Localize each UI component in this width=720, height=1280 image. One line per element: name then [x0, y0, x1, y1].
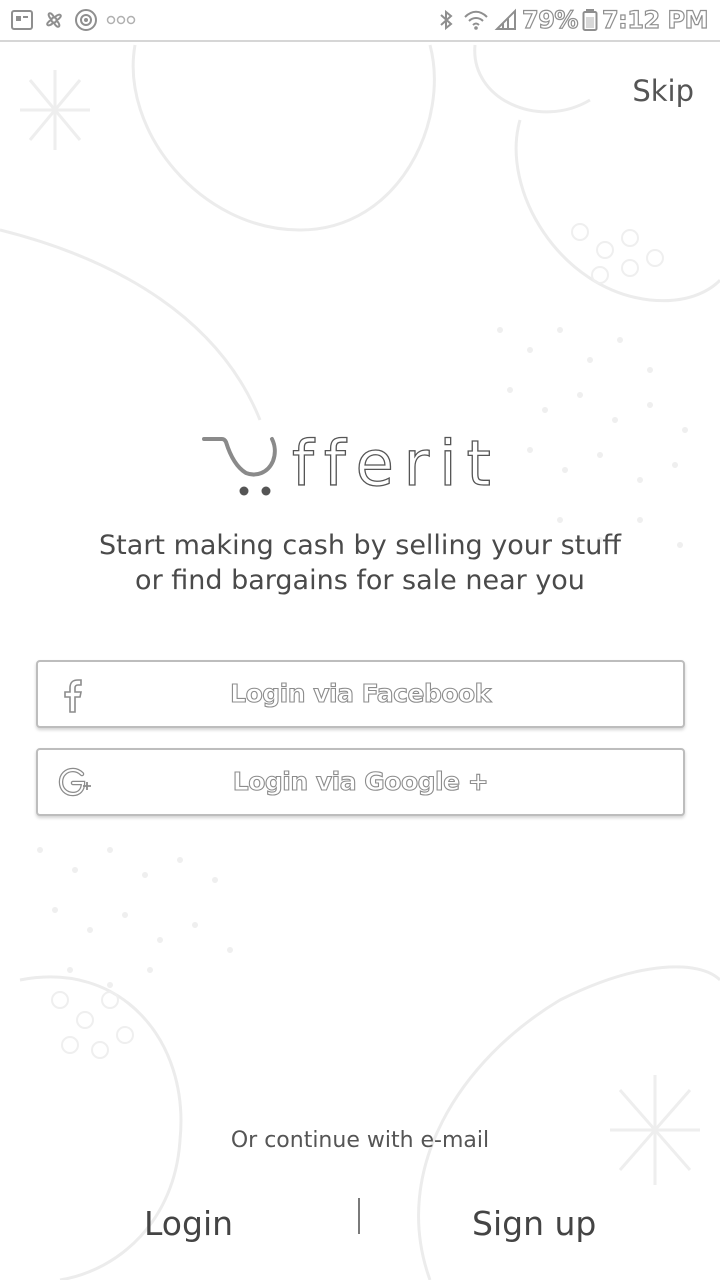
logo-text: fferit — [292, 427, 501, 500]
google-button-label: Login via Google + — [232, 766, 489, 796]
facebook-button-label: Login via Facebook — [230, 678, 492, 708]
email-login-button[interactable]: Login — [144, 1204, 233, 1243]
offerit-logo: fferit — [202, 426, 501, 501]
tagline-line-2: or find bargains for sale near you — [135, 565, 585, 596]
login-google-button[interactable]: Login via Google + — [36, 748, 685, 816]
signal-icon — [494, 8, 517, 30]
bluetooth-icon — [440, 9, 453, 31]
status-bar-left — [10, 7, 136, 33]
cart-icon — [202, 437, 277, 496]
status-bar-right: 79% 7:12 PM — [434, 4, 709, 36]
battery-percent: 79% — [521, 5, 579, 34]
tagline: Start making cash by selling your stuff … — [0, 528, 720, 598]
background-pattern — [0, 44, 720, 1280]
login-screen: 79% 7:12 PM Skip fferit Start making cas… — [0, 0, 720, 1280]
more-dots-icon — [106, 15, 136, 25]
wifi-icon — [464, 10, 488, 30]
email-prompt: Or continue with e-mail — [230, 1128, 490, 1153]
bottom-divider — [358, 1198, 360, 1234]
login-facebook-button[interactable]: Login via Facebook — [36, 660, 685, 728]
sign-up-button[interactable]: Sign up — [472, 1204, 596, 1243]
tagline-line-1: Start making cash by selling your stuff — [99, 530, 621, 561]
pinwheel-icon — [46, 12, 62, 28]
skip-button[interactable]: Skip — [632, 74, 694, 108]
notification-icon — [11, 10, 33, 30]
battery-icon — [582, 9, 598, 31]
clock: 7:12 PM — [601, 5, 709, 34]
target-icon — [75, 9, 97, 31]
status-bar: 79% 7:12 PM — [0, 0, 720, 42]
